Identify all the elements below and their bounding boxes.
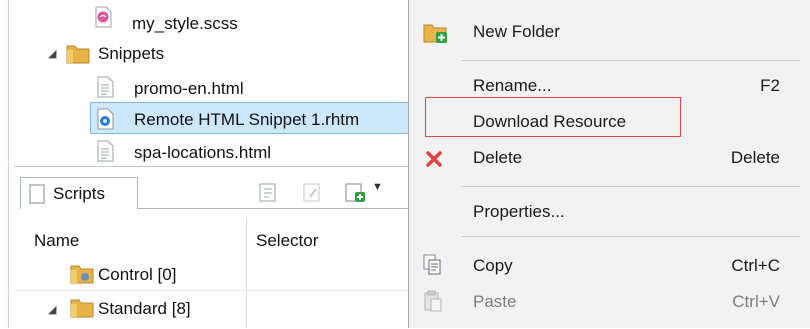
- menu-item-label: Copy: [473, 256, 513, 275]
- control-folder-icon: [70, 265, 94, 284]
- sass-file-icon: [95, 6, 112, 28]
- script-file-icon: [29, 184, 45, 204]
- tree-item-label: my_style.scss: [132, 14, 238, 33]
- chevron-down-icon[interactable]: ◢: [48, 47, 56, 60]
- delete-icon: [426, 151, 442, 167]
- add-script-icon[interactable]: [344, 181, 368, 203]
- menu-separator: [461, 60, 800, 61]
- menu-item-label: New Folder: [473, 22, 560, 41]
- menu-item-shortcut: Ctrl+V: [732, 292, 780, 311]
- menu-item-rename[interactable]: Rename... F2: [409, 68, 810, 104]
- context-menu: New Folder Rename... F2 Download Resourc…: [408, 0, 810, 328]
- tab-scripts[interactable]: Scripts: [20, 177, 138, 209]
- folder-icon: [70, 299, 94, 318]
- copy-icon: [423, 254, 441, 275]
- remote-snippet-icon: [97, 108, 114, 130]
- menu-item-label: Properties...: [473, 202, 565, 221]
- menu-item-download-resource[interactable]: Download Resource: [409, 104, 810, 140]
- dropdown-arrow-icon[interactable]: ▼: [372, 181, 383, 193]
- column-header-name[interactable]: Name: [34, 231, 79, 251]
- tree-left-border: [0, 0, 9, 328]
- html-file-icon: [97, 76, 114, 98]
- row-divider: [14, 290, 410, 291]
- tree-item-label: spa-locations.html: [134, 143, 272, 162]
- script-row-label: Standard [8]: [98, 299, 191, 318]
- column-header-selector[interactable]: Selector: [256, 231, 318, 251]
- menu-item-properties[interactable]: Properties...: [409, 194, 810, 230]
- new-folder-icon: [423, 24, 447, 43]
- resource-tree: my_style.scss ◢ Snippets promo-en.html R…: [0, 0, 420, 328]
- paste-icon: [424, 290, 442, 312]
- column-divider: [246, 219, 247, 328]
- tree-item-label: Remote HTML Snippet 1.rhtm: [134, 110, 360, 129]
- menu-separator: [461, 186, 800, 187]
- html-file-icon: [97, 140, 114, 162]
- menu-item-copy[interactable]: Copy Ctrl+C: [409, 248, 810, 284]
- menu-separator: [461, 236, 800, 237]
- tree-item-label: Snippets: [98, 44, 165, 63]
- script-row-label: Control [0]: [98, 265, 177, 284]
- menu-item-shortcut: Delete: [730, 148, 780, 167]
- menu-item-paste[interactable]: Paste Ctrl+V: [409, 284, 810, 320]
- menu-item-label: Delete: [473, 148, 523, 167]
- edit-script-icon[interactable]: [302, 181, 324, 203]
- menu-item-delete[interactable]: Delete Delete: [409, 140, 810, 176]
- chevron-down-icon[interactable]: ◢: [48, 303, 56, 316]
- folder-icon: [66, 45, 90, 64]
- menu-item-shortcut: F2: [760, 76, 780, 95]
- tab-label: Scripts: [53, 184, 105, 203]
- script-toolbar-icon[interactable]: [258, 181, 280, 203]
- menu-item-shortcut: Ctrl+C: [731, 256, 780, 275]
- tab-divider: [138, 208, 410, 209]
- menu-item-label: Paste: [473, 292, 517, 311]
- menu-item-new-folder[interactable]: New Folder: [409, 14, 810, 50]
- menu-item-label: Download Resource: [473, 112, 627, 131]
- menu-item-label: Rename...: [473, 76, 552, 95]
- tree-item-label: promo-en.html: [134, 79, 244, 98]
